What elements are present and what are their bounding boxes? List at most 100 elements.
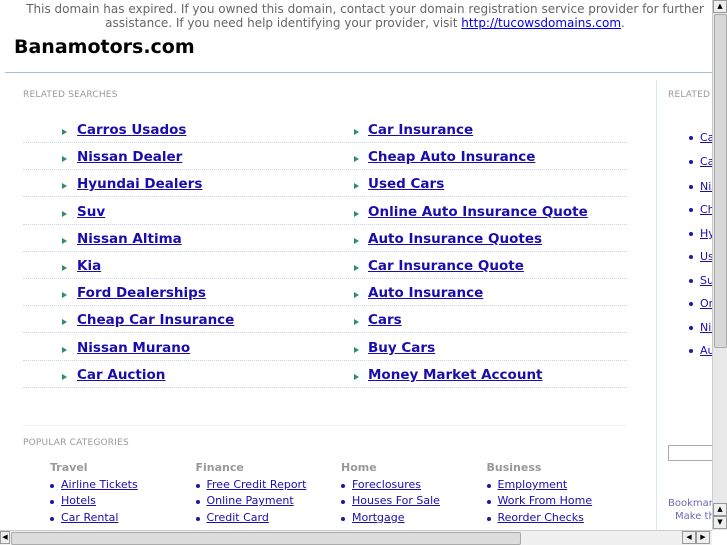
related-link[interactable]: Buy Cars bbox=[368, 340, 435, 356]
related-link[interactable]: Car Insurance bbox=[368, 122, 473, 138]
related-searches-label: RELATED SEARCHES bbox=[23, 90, 118, 100]
horizontal-scroll-thumb[interactable] bbox=[11, 532, 521, 545]
side-related-link[interactable]: Hy bbox=[700, 227, 712, 240]
side-related-link[interactable]: Ch bbox=[700, 203, 712, 216]
related-link[interactable]: Auto Insurance bbox=[368, 285, 483, 301]
related-link[interactable]: Car Insurance Quote bbox=[368, 258, 524, 274]
category-heading: Home bbox=[341, 461, 377, 474]
category-link[interactable]: Work From Home bbox=[498, 494, 593, 507]
arrow-icon bbox=[354, 129, 359, 135]
arrow-icon bbox=[354, 237, 359, 244]
make-homepage-link[interactable]: Make thi bbox=[675, 511, 712, 522]
scroll-left-icon[interactable]: ◀ bbox=[0, 531, 10, 544]
category-heading: Travel bbox=[50, 461, 88, 474]
bullet-icon bbox=[689, 185, 693, 189]
bookmark-link[interactable]: Bookmark bbox=[668, 498, 712, 509]
related-link[interactable]: Nissan Murano bbox=[77, 340, 190, 356]
related-link[interactable]: Nissan Dealer bbox=[77, 149, 182, 165]
related-link[interactable]: Auto Insurance Quotes bbox=[368, 231, 542, 247]
side-related-link[interactable]: Nis bbox=[700, 321, 712, 334]
category-link[interactable]: Online Payment bbox=[207, 494, 294, 507]
related-link[interactable]: Suv bbox=[77, 204, 105, 220]
scroll-up-icon[interactable]: ▲ bbox=[713, 0, 727, 13]
related-link[interactable]: Cheap Car Insurance bbox=[77, 312, 234, 328]
arrow-icon bbox=[354, 265, 359, 271]
arrow-icon bbox=[62, 373, 67, 380]
arrow-icon bbox=[62, 319, 67, 326]
category-link[interactable]: Employment bbox=[498, 478, 568, 491]
scroll-right-icon[interactable]: ▶ bbox=[696, 531, 710, 544]
bullet-icon bbox=[689, 136, 693, 140]
category-link[interactable]: Credit Card bbox=[207, 511, 269, 524]
arrow-icon bbox=[62, 292, 67, 299]
arrow-icon bbox=[354, 373, 359, 380]
vertical-scroll-thumb[interactable] bbox=[714, 14, 727, 348]
scroll-up-icon-2[interactable]: ▲ bbox=[713, 503, 727, 516]
right-related-label: RELATED bbox=[668, 90, 711, 100]
bullet-icon bbox=[195, 500, 200, 505]
related-link[interactable]: Kia bbox=[77, 258, 101, 274]
right-panel: RELATED CaCaNisChHyUsSuOnNisAu Bookmark … bbox=[657, 80, 712, 530]
side-related-link[interactable]: Ca bbox=[700, 131, 712, 144]
horizontal-scrollbar[interactable]: ◀ ◀ ▶ bbox=[0, 530, 712, 545]
bullet-icon bbox=[486, 484, 491, 488]
arrow-icon bbox=[354, 210, 359, 217]
bullet-icon bbox=[486, 516, 491, 521]
category-link[interactable]: Airline Tickets bbox=[61, 478, 138, 491]
bullet-icon bbox=[195, 484, 200, 488]
side-related-link[interactable]: Nis bbox=[700, 180, 712, 193]
arrow-icon bbox=[62, 265, 67, 271]
arrow-icon bbox=[354, 346, 359, 353]
related-link[interactable]: Cars bbox=[368, 312, 402, 328]
arrow-icon bbox=[62, 346, 67, 353]
bullet-icon bbox=[341, 500, 345, 505]
vertical-scrollbar[interactable]: ▲ ▲ ▼ bbox=[712, 0, 727, 530]
row-divider bbox=[23, 252, 627, 279]
section-divider bbox=[23, 425, 627, 426]
category-link[interactable]: Mortgage bbox=[352, 511, 405, 524]
arrow-icon bbox=[62, 129, 67, 135]
arrow-icon bbox=[62, 156, 67, 163]
search-input[interactable] bbox=[668, 445, 712, 461]
side-related-link[interactable]: Ca bbox=[700, 155, 712, 168]
category-link[interactable]: Houses For Sale bbox=[352, 494, 440, 507]
related-link[interactable]: Cheap Auto Insurance bbox=[368, 149, 535, 165]
arrow-icon bbox=[354, 156, 359, 163]
related-link[interactable]: Car Auction bbox=[77, 367, 165, 383]
related-link[interactable]: Money Market Account bbox=[368, 367, 543, 383]
arrow-icon bbox=[62, 183, 67, 190]
side-related-link[interactable]: On bbox=[700, 297, 712, 310]
side-related-link[interactable]: Au bbox=[700, 344, 712, 357]
related-link[interactable]: Nissan Altima bbox=[77, 231, 182, 247]
scroll-left-icon-2[interactable]: ◀ bbox=[682, 531, 696, 544]
scroll-down-icon[interactable]: ▼ bbox=[713, 516, 727, 529]
arrow-icon bbox=[62, 237, 67, 244]
related-link[interactable]: Carros Usados bbox=[77, 122, 186, 138]
bullet-icon bbox=[689, 326, 693, 330]
bullet-icon bbox=[689, 302, 693, 306]
arrow-icon bbox=[354, 319, 359, 326]
related-link[interactable]: Ford Dealerships bbox=[77, 285, 206, 301]
bullet-icon bbox=[341, 484, 345, 488]
category-link[interactable]: Foreclosures bbox=[352, 478, 421, 491]
popular-categories-label: POPULAR CATEGORIES bbox=[23, 438, 129, 448]
category-link[interactable]: Car Rental bbox=[61, 511, 118, 524]
tucows-link[interactable]: http://tucowsdomains.com bbox=[461, 16, 621, 30]
bullet-icon bbox=[689, 232, 693, 236]
related-link[interactable]: Used Cars bbox=[368, 176, 444, 192]
bullet-icon bbox=[689, 255, 693, 259]
expired-notice: This domain has expired. If you owned th… bbox=[20, 2, 710, 30]
category-link[interactable]: Reorder Checks bbox=[498, 511, 584, 524]
arrow-icon bbox=[354, 292, 359, 299]
header-divider bbox=[5, 72, 712, 73]
notice-end: . bbox=[621, 15, 625, 30]
category-link[interactable]: Hotels bbox=[61, 494, 96, 507]
side-related-link[interactable]: Su bbox=[700, 274, 712, 287]
related-link[interactable]: Hyundai Dealers bbox=[77, 176, 202, 192]
category-link[interactable]: Free Credit Report bbox=[207, 478, 307, 491]
bullet-icon bbox=[486, 500, 491, 505]
side-related-link[interactable]: Us bbox=[700, 250, 712, 263]
bullet-icon bbox=[689, 349, 693, 353]
bullet-icon bbox=[50, 500, 54, 505]
related-link[interactable]: Online Auto Insurance Quote bbox=[368, 204, 588, 220]
